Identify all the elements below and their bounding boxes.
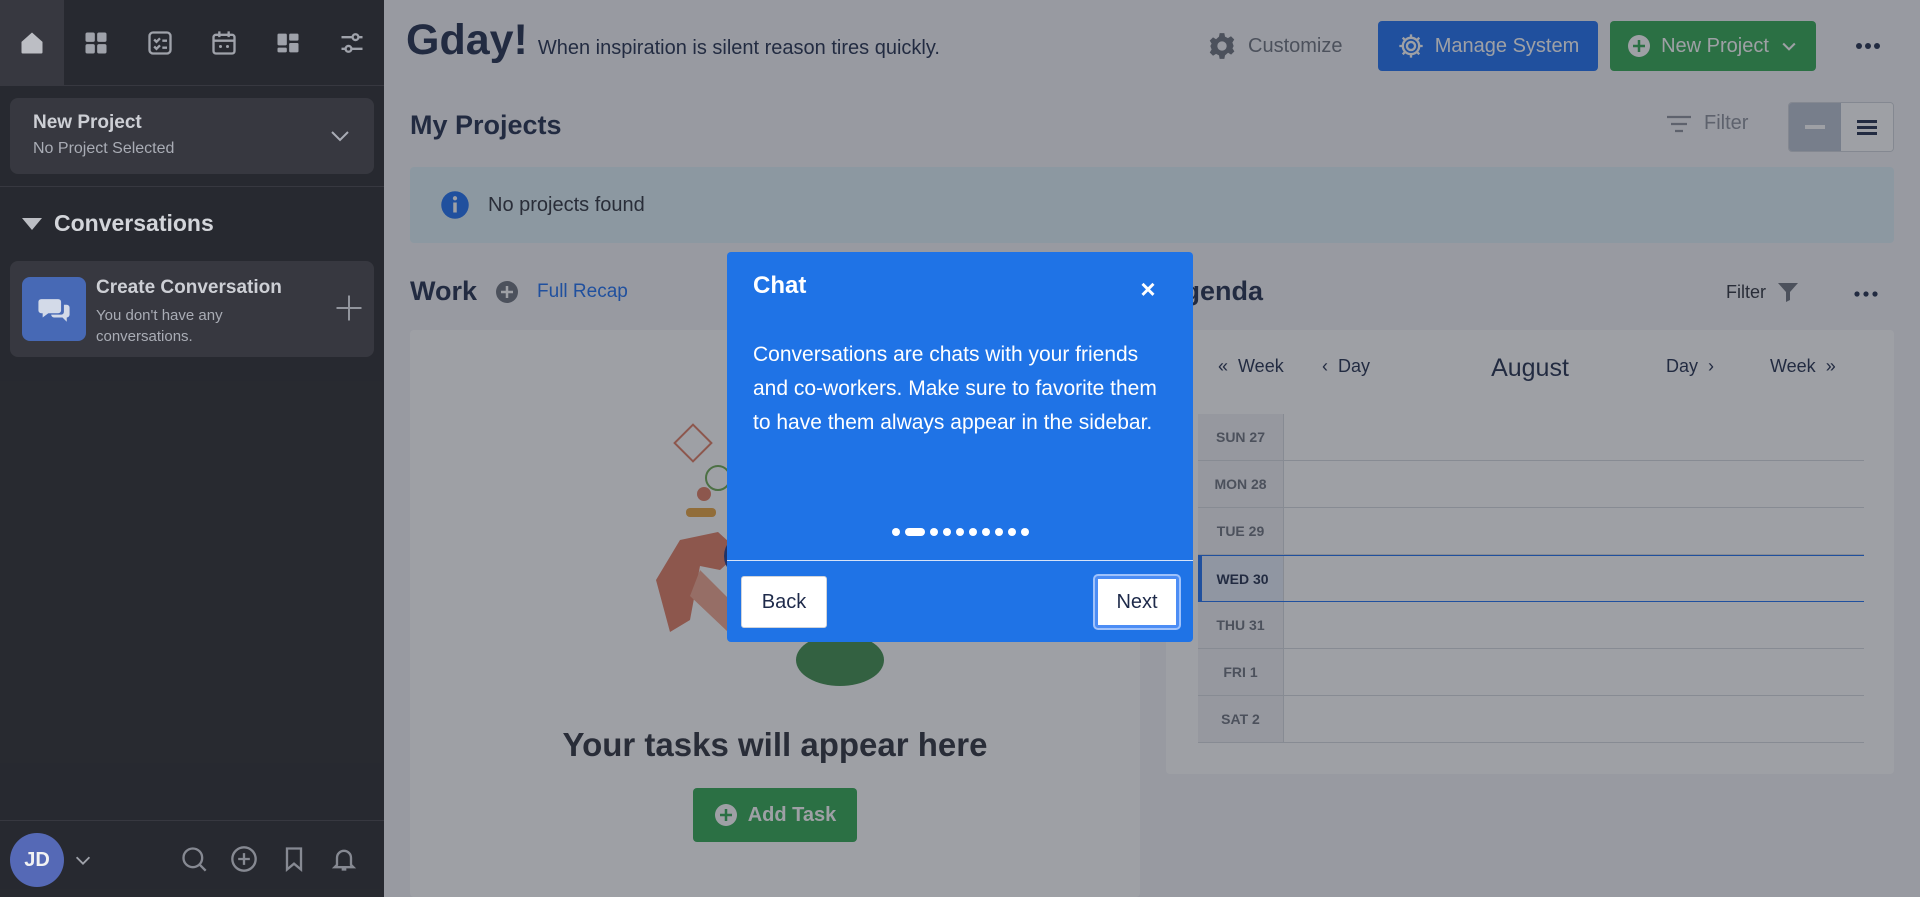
tour-step-dot[interactable] [942,528,951,536]
tour-step-dot[interactable] [968,528,977,536]
close-icon[interactable]: × [1135,274,1161,304]
tour-step-dot[interactable] [1007,528,1016,536]
tour-step-dot[interactable] [1020,528,1029,536]
divider [727,560,1193,561]
tour-step-dot[interactable] [904,528,925,536]
tour-step-dot[interactable] [929,528,938,536]
tour-step-dot[interactable] [955,528,964,536]
tour-step-dot[interactable] [981,528,990,536]
tour-step-dot[interactable] [994,528,1003,536]
next-button[interactable]: Next [1095,576,1179,628]
sidebar-dim-overlay [0,0,384,897]
tour-title: Chat [753,272,807,299]
tour-step-dot[interactable] [891,528,900,536]
tour-popup: Chat × Conversations are chats with your… [727,252,1193,642]
tour-step-dots [727,528,1193,536]
back-button[interactable]: Back [741,576,827,628]
tour-body: Conversations are chats with your friend… [753,343,1157,434]
